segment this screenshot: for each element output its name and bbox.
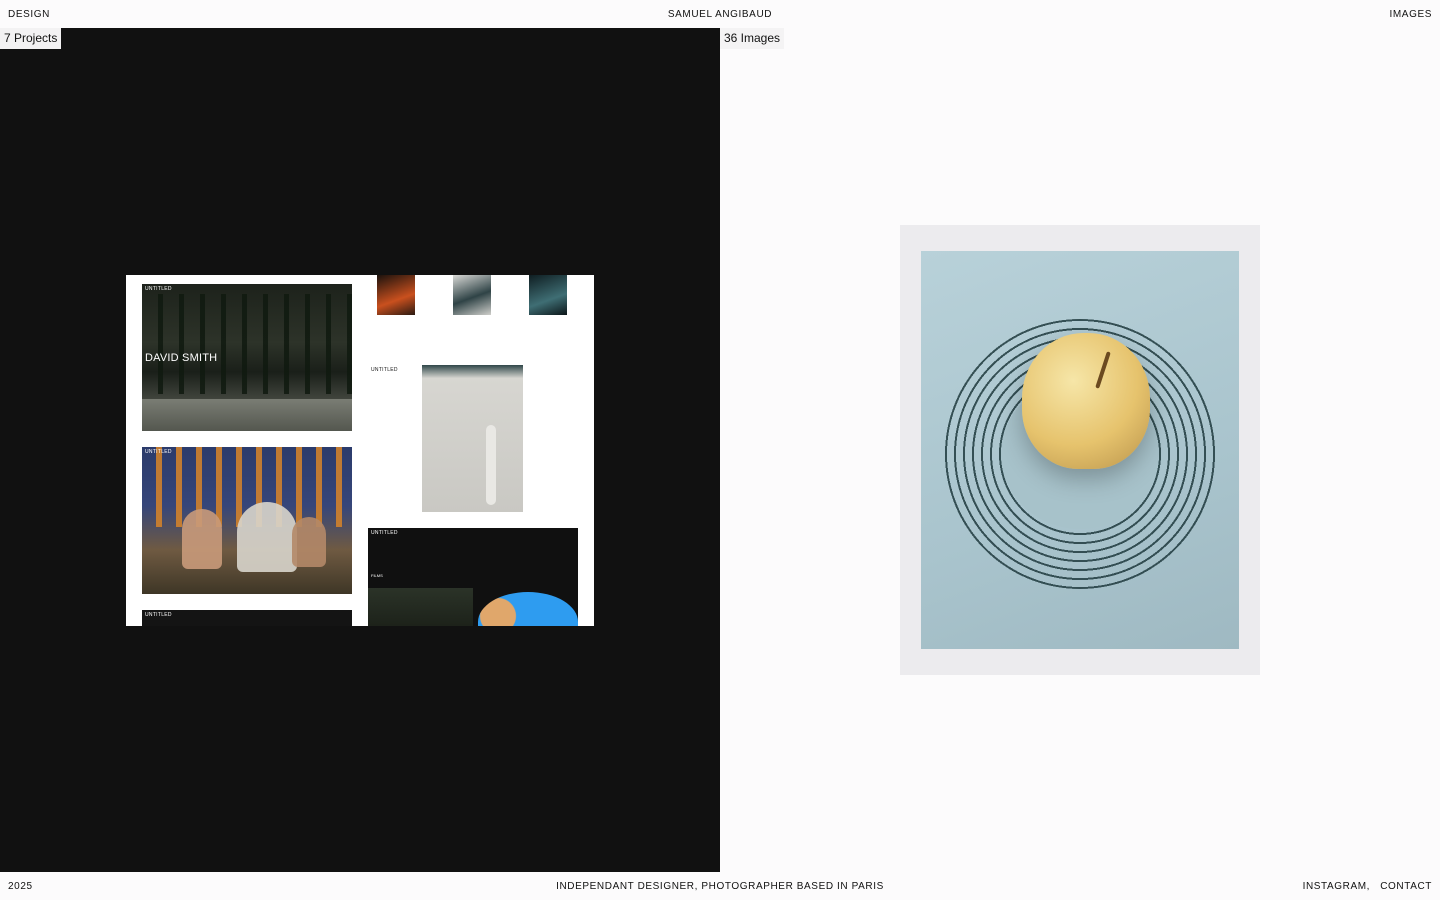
top-nav: DESIGN SAMUEL ANGIBAUD IMAGES <box>0 0 1440 28</box>
nav-design-link[interactable]: DESIGN <box>8 9 50 20</box>
nav-images-link[interactable]: IMAGES <box>1390 9 1433 20</box>
apple <box>1022 333 1150 469</box>
preview-card-playground: UNTITLED <box>142 447 352 594</box>
preview-card-david-smith: UNTITLED DAVID SMITH <box>142 284 352 431</box>
preview-card-label: UNTITLED <box>145 612 172 618</box>
preview-card-fashion: UNTITLED <box>368 365 578 512</box>
site-title-link[interactable]: SAMUEL ANGIBAUD <box>668 9 772 20</box>
contact-link[interactable]: CONTACT <box>1380 881 1432 892</box>
images-panel[interactable]: 36 Images <box>720 28 1440 872</box>
photo-apple-on-spring <box>921 251 1239 649</box>
preview-card-label: UNTITLED <box>145 286 172 292</box>
featured-photo-apple[interactable] <box>900 225 1260 675</box>
preview-card-label: UNTITLED <box>145 449 172 455</box>
preview-card-films-text: FILMS <box>371 573 383 578</box>
footer-year: 2025 <box>8 881 33 892</box>
preview-card-label: UNTITLED <box>371 367 398 373</box>
footer: 2025 INDEPENDANT DESIGNER, PHOTOGRAPHER … <box>0 872 1440 900</box>
preview-card-strip: UNTITLED <box>142 610 352 626</box>
images-count: 36 Images <box>720 28 785 49</box>
preview-card-thumbnails <box>368 275 578 350</box>
footer-tagline: INDEPENDANT DESIGNER, PHOTOGRAPHER BASED… <box>556 881 884 892</box>
preview-card-films: UNTITLED FILMS <box>368 528 578 626</box>
preview-card-hero-text: DAVID SMITH <box>145 352 218 364</box>
design-panel[interactable]: 7 Projects UNTITLED DAVID SMITH UNTITLED… <box>0 28 720 872</box>
instagram-link[interactable]: INSTAGRAM, <box>1303 881 1370 892</box>
projects-count: 7 Projects <box>0 28 62 49</box>
footer-links: INSTAGRAM, CONTACT <box>1303 881 1432 892</box>
design-preview-mosaic[interactable]: UNTITLED DAVID SMITH UNTITLED UNTITLED U… <box>126 275 594 626</box>
preview-card-label: UNTITLED <box>371 530 398 536</box>
